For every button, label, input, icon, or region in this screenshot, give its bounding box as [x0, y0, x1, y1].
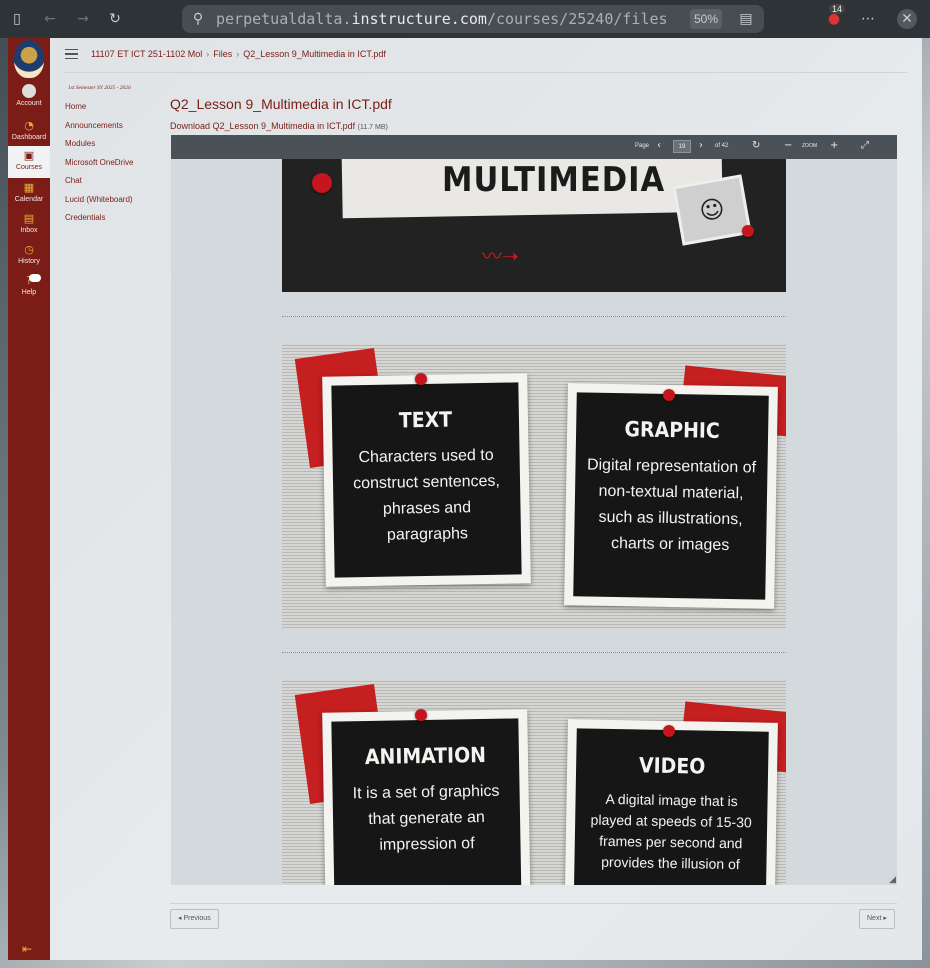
calendar-icon: ▦ [23, 181, 35, 194]
browser-toolbar: ▯ ← → ↻ ⚲ perpetualdalta.instructure.com… [0, 0, 930, 38]
slide-animation-video: ANIMATION It is a set of graphics that ge… [282, 679, 786, 885]
download-link[interactable]: Download Q2_Lesson 9_Multimedia in ICT.p… [170, 121, 388, 131]
card-text: TEXT Characters used to construct sentenc… [322, 373, 531, 587]
sidebar-toggle-icon[interactable]: ▯ [7, 9, 27, 29]
school-logo-icon[interactable] [14, 40, 44, 78]
zoom-label: ZOOM [802, 143, 817, 149]
footer-divider [170, 903, 897, 904]
page-title: Q2_Lesson 9_Multimedia in ICT.pdf [170, 96, 392, 112]
nav-history[interactable]: ◷ History [8, 244, 50, 272]
rotate-icon[interactable]: ↻ [752, 140, 760, 151]
breadcrumb-file: Q2_Lesson 9_Multimedia in ICT.pdf [243, 49, 386, 59]
nav-label: Courses [15, 164, 43, 171]
back-icon[interactable]: ← [40, 9, 60, 29]
courses-icon: ▣ [23, 149, 35, 162]
arrow-icon: 〰➝ [482, 244, 519, 268]
nav-inbox[interactable]: ▤ Inbox [8, 213, 50, 241]
page-total: of 42 [715, 143, 729, 149]
previous-button[interactable]: ◂ Previous [170, 909, 219, 929]
course-nav-chat[interactable]: Chat [65, 176, 133, 195]
smiley-icon: ☺ [672, 174, 752, 246]
collapse-nav-icon[interactable]: ⇤ [22, 942, 32, 956]
nav-label: History [18, 258, 40, 265]
page-separator [282, 316, 786, 317]
nav-account[interactable]: Account [8, 84, 50, 112]
nav-courses[interactable]: ▣ Courses [8, 146, 50, 178]
course-nav-announcements[interactable]: Announcements [65, 121, 133, 140]
reader-view-icon[interactable]: ▤ [736, 9, 756, 29]
pushpin-icon [415, 709, 427, 721]
term-label: 1st Semester SY 2025 - 2026 [68, 85, 131, 91]
address-bar[interactable]: ⚲ perpetualdalta.instructure.com/courses… [182, 5, 764, 33]
menu-icon[interactable]: ⋯ [858, 9, 878, 29]
zoom-in-icon[interactable]: + [830, 140, 838, 151]
pdf-toolbar: Page ‹ 19 › of 42 ↻ − ZOOM + ⤢ [171, 135, 897, 159]
card-video: VIDEO A digital image that is played at s… [564, 719, 778, 885]
card-title: VIDEO [638, 753, 706, 779]
inbox-icon: ▤ [23, 212, 35, 225]
prev-page-icon[interactable]: ‹ [657, 140, 661, 151]
pdf-viewer[interactable]: MULTIMEDIA ☺ 〰➝ TEXT Characters used to c… [171, 135, 897, 885]
next-page-icon[interactable]: › [699, 140, 703, 151]
account-icon [22, 84, 36, 98]
breadcrumb-course[interactable]: 11107 ET ICT 251-1102 Mol [91, 49, 202, 59]
card-title: TEXT [398, 407, 453, 433]
download-label[interactable]: Download Q2_Lesson 9_Multimedia in ICT.p… [170, 121, 355, 131]
course-menu-toggle-icon[interactable] [65, 49, 78, 59]
page-label: Page [635, 143, 650, 149]
card-animation: ANIMATION It is a set of graphics that ge… [322, 709, 531, 885]
pushpin-icon [663, 725, 675, 737]
page-number-input[interactable]: 19 [673, 140, 691, 153]
global-navigation: Account ◔ Dashboard ▣ Courses ▦ Calendar… [8, 38, 50, 960]
reload-icon[interactable]: ↻ [105, 9, 125, 29]
zoom-indicator[interactable]: 50% [690, 9, 723, 29]
app-window: Account ◔ Dashboard ▣ Courses ▦ Calendar… [8, 38, 922, 960]
dashboard-icon: ◔ [24, 119, 34, 132]
course-nav-home[interactable]: Home [65, 102, 133, 121]
notification-badge: 14 [829, 4, 846, 14]
course-nav-onedrive[interactable]: Microsoft OneDrive [65, 158, 133, 177]
close-icon[interactable]: ✕ [897, 9, 917, 29]
forward-icon[interactable]: → [73, 9, 93, 29]
slide-heading: MULTIMEDIA [442, 160, 666, 200]
page-separator [282, 652, 786, 653]
nav-label: Help [21, 289, 37, 296]
url-text[interactable]: perpetualdalta.instructure.com/courses/2… [216, 10, 676, 28]
pushpin-icon [663, 389, 675, 401]
card-title: ANIMATION [364, 742, 487, 770]
fullscreen-icon[interactable]: ⤢ [861, 140, 869, 151]
pushpin-icon [312, 173, 332, 193]
card-body: It is a set of graphics that generate an… [352, 782, 500, 854]
pushpin-icon [742, 225, 754, 237]
header-divider [65, 72, 907, 73]
next-button[interactable]: Next ▸ [859, 909, 895, 929]
course-nav-lucid[interactable]: Lucid (Whiteboard) [65, 195, 133, 214]
nav-label: Calendar [14, 196, 44, 203]
card-graphic: GRAPHIC Digital representation of non-tex… [564, 383, 778, 609]
course-nav-modules[interactable]: Modules [65, 139, 133, 158]
breadcrumb-files[interactable]: Files [213, 49, 232, 59]
breadcrumb: 11107 ET ICT 251-1102 Mol › Files › Q2_Lesso… [91, 49, 386, 59]
course-nav-credentials[interactable]: Credentials [65, 213, 133, 232]
nav-label: Dashboard [11, 134, 47, 141]
card-body: Characters used to construct sentences, … [353, 446, 501, 544]
course-navigation: Home Announcements Modules Microsoft One… [65, 102, 133, 232]
help-notification-dot [29, 274, 41, 282]
slide-text-graphic: TEXT Characters used to construct sentenc… [282, 343, 786, 628]
pushpin-icon [415, 373, 427, 385]
zoom-out-icon[interactable]: − [784, 140, 792, 151]
nav-label: Inbox [20, 227, 38, 234]
site-info-icon[interactable]: ⚲ [188, 9, 208, 29]
history-icon: ◷ [24, 243, 34, 256]
card-title: GRAPHIC [624, 417, 720, 443]
card-body: Digital representation of non-textual ma… [586, 456, 757, 555]
card-body: A digital image that is played at speeds… [590, 790, 752, 873]
nav-dashboard[interactable]: ◔ Dashboard [8, 120, 50, 148]
resize-handle-icon[interactable]: ◢ [889, 875, 896, 885]
nav-calendar[interactable]: ▦ Calendar [8, 182, 50, 210]
file-size: (11.7 MB) [357, 124, 388, 131]
nav-label: Account [16, 100, 42, 107]
